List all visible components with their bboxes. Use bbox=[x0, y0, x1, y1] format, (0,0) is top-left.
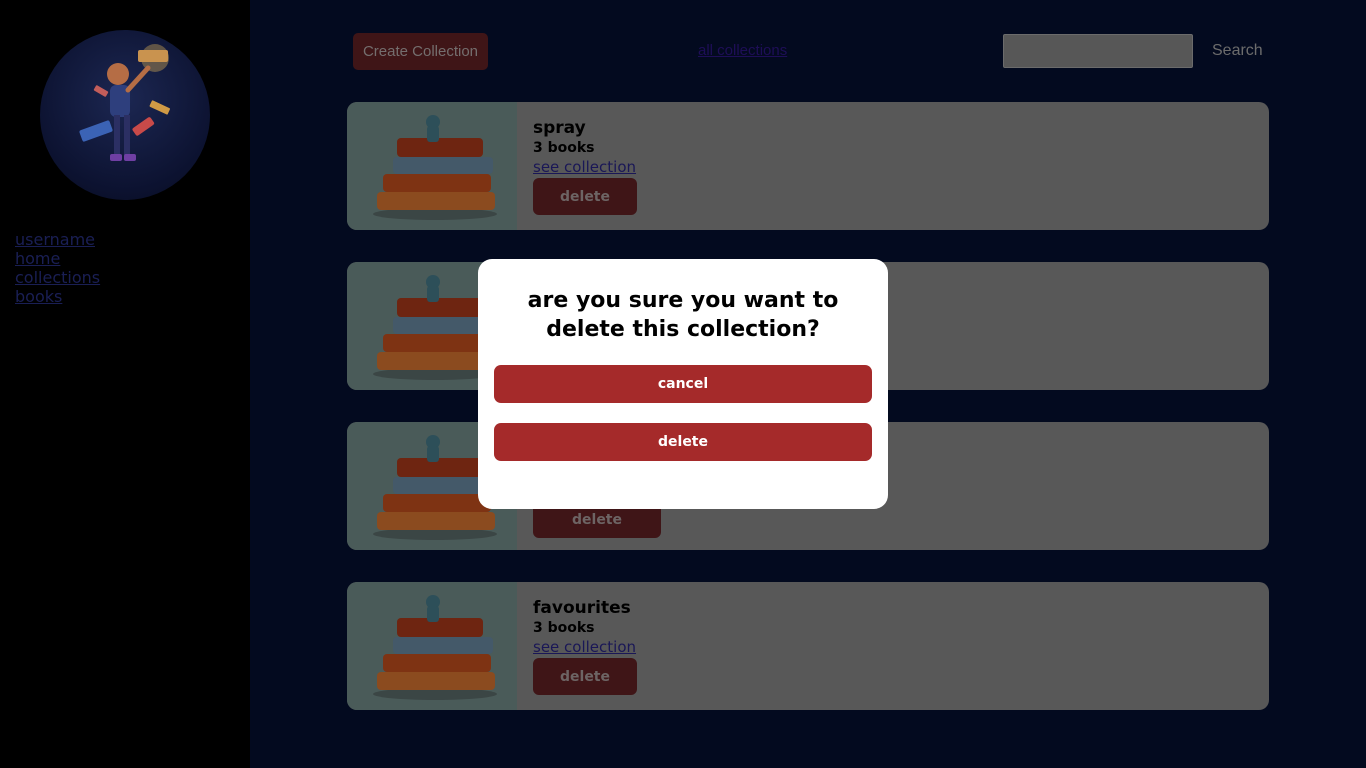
delete-collection-button[interactable]: delete bbox=[533, 658, 637, 695]
cancel-button[interactable]: cancel bbox=[494, 365, 872, 403]
sidebar-nav: username home collections books bbox=[15, 230, 100, 306]
reader-illustration-icon bbox=[79, 44, 171, 161]
see-collection-link[interactable]: see collection bbox=[533, 158, 636, 177]
collection-title: favourites bbox=[533, 598, 631, 618]
sidebar: username home collections books bbox=[0, 0, 250, 768]
book-stack-image bbox=[347, 102, 517, 230]
card-info: favourites 3 books see collection delete bbox=[533, 598, 637, 695]
see-collection-link[interactable]: see collection bbox=[533, 638, 636, 657]
create-collection-button[interactable]: Create Collection bbox=[353, 33, 488, 70]
avatar bbox=[40, 30, 210, 200]
book-stack-icon bbox=[373, 595, 497, 700]
collection-title: spray bbox=[533, 118, 586, 138]
delete-confirm-modal: are you sure you want to delete this col… bbox=[478, 259, 888, 509]
confirm-delete-button[interactable]: delete bbox=[494, 423, 872, 461]
app: username home collections books Create C… bbox=[0, 0, 1366, 768]
delete-collection-button[interactable]: delete bbox=[533, 178, 637, 215]
search-input[interactable] bbox=[1003, 34, 1193, 68]
nav-link-collections[interactable]: collections bbox=[15, 268, 100, 287]
collection-card: favourites 3 books see collection delete bbox=[347, 582, 1269, 710]
all-collections-link[interactable]: all collections bbox=[698, 42, 787, 59]
collection-book-count: 3 books bbox=[533, 140, 595, 156]
collection-book-count: 3 books bbox=[533, 620, 595, 636]
nav-link-home[interactable]: home bbox=[15, 249, 100, 268]
book-stack-image bbox=[347, 582, 517, 710]
nav-link-books[interactable]: books bbox=[15, 287, 100, 306]
topbar: Create Collection all collections Search bbox=[250, 0, 1366, 100]
collection-card: spray 3 books see collection delete bbox=[347, 102, 1269, 230]
modal-question: are you sure you want to delete this col… bbox=[527, 288, 839, 342]
nav-link-username[interactable]: username bbox=[15, 230, 100, 249]
card-info: spray 3 books see collection delete bbox=[533, 118, 637, 215]
search-button[interactable]: Search bbox=[1212, 42, 1263, 60]
book-stack-icon bbox=[373, 115, 497, 220]
